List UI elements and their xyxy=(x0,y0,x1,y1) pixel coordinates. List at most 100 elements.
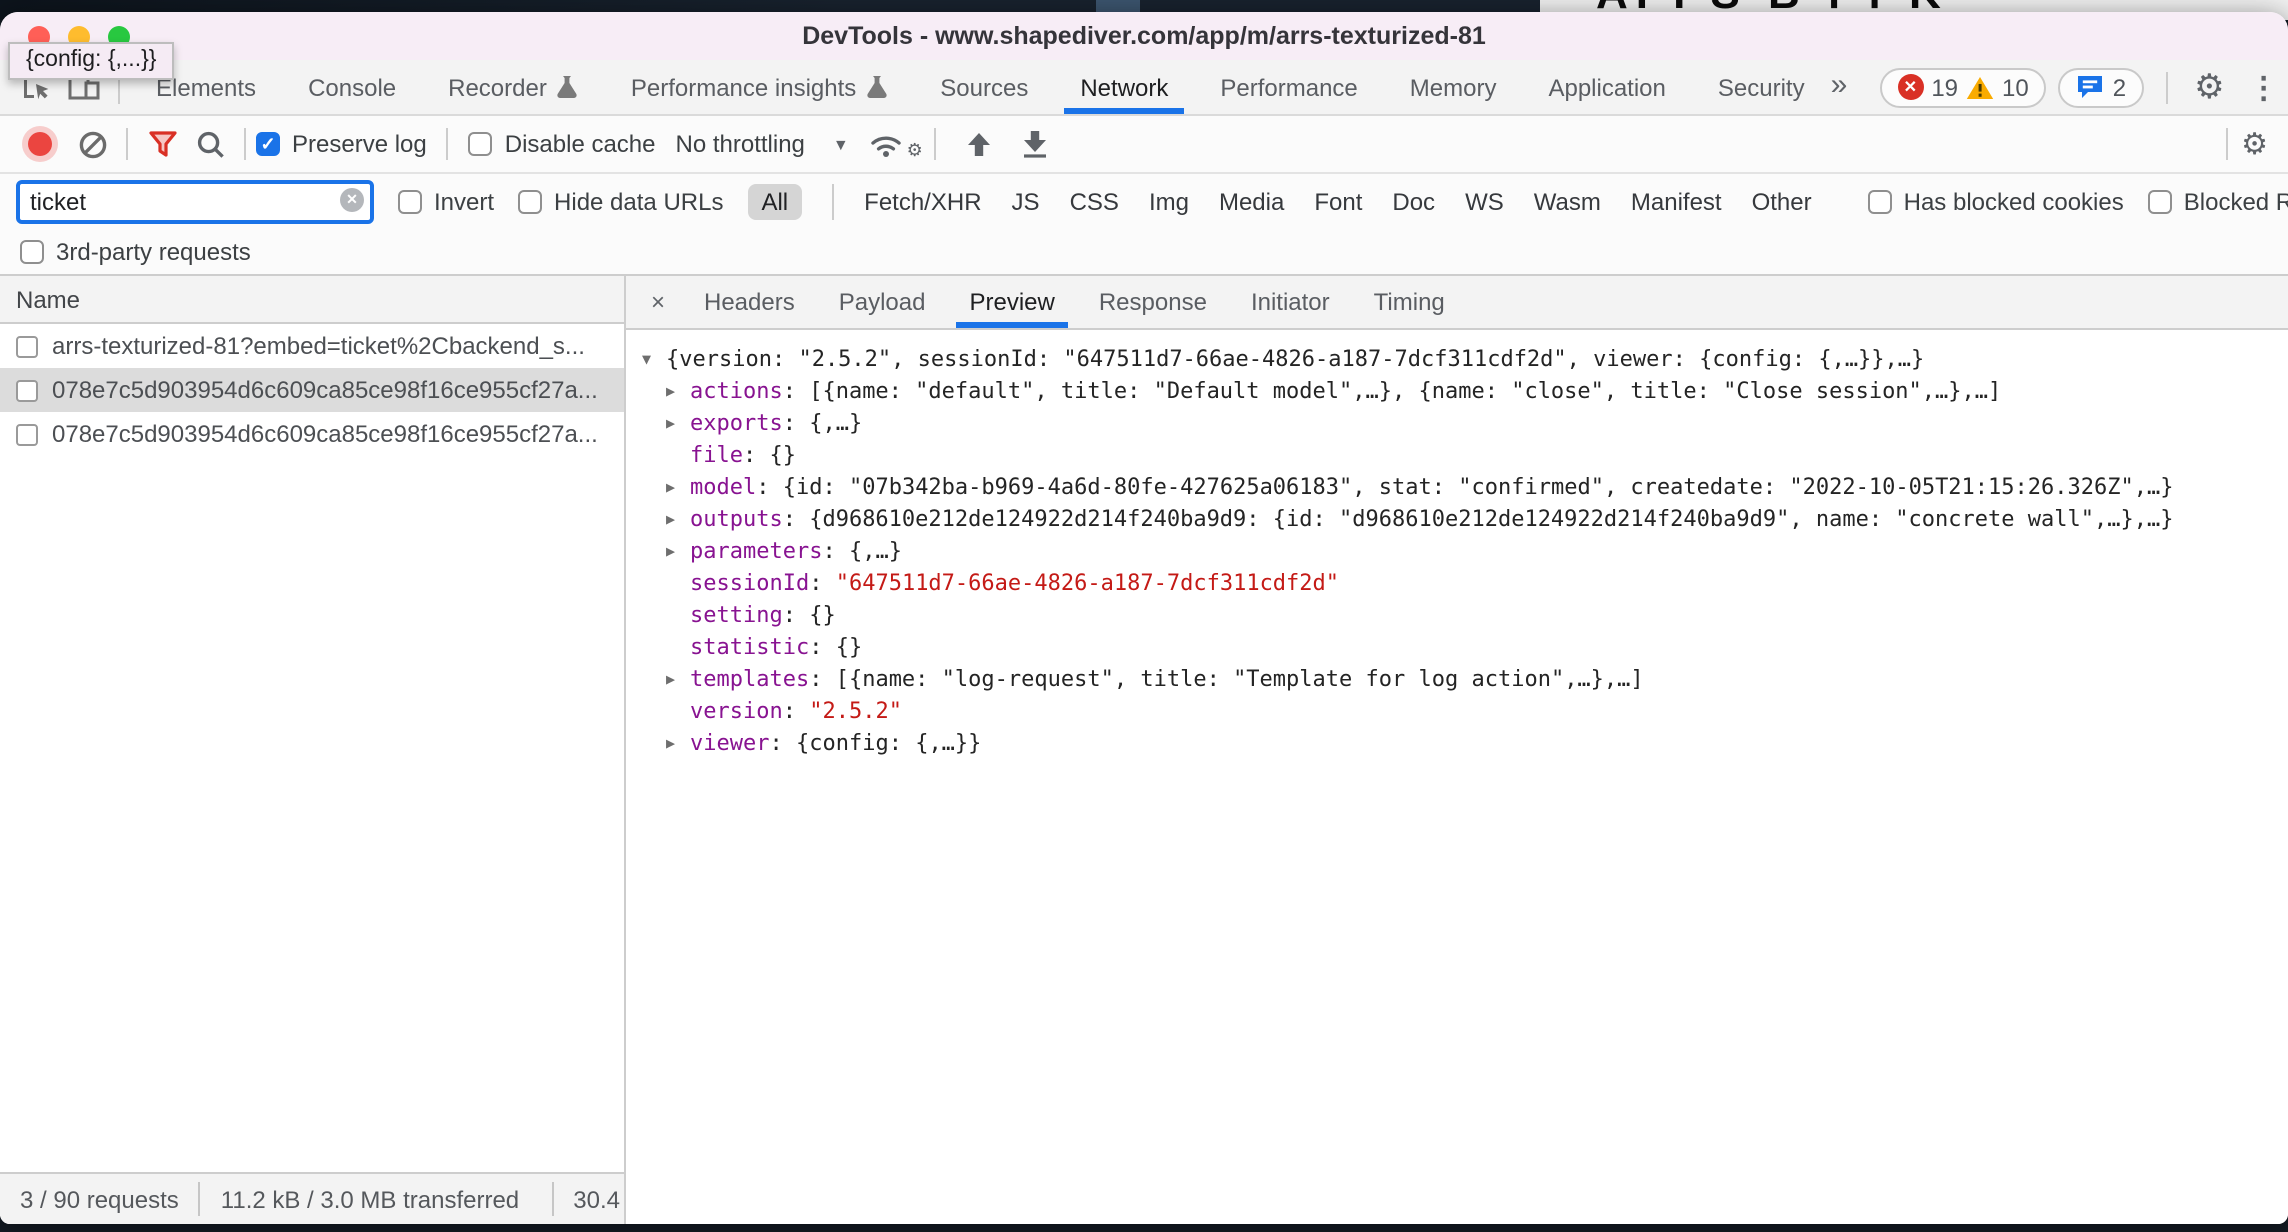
throttling-dropdown[interactable]: No throttling ▼ xyxy=(676,130,849,158)
divider xyxy=(2166,71,2168,103)
filter-input[interactable] xyxy=(16,180,374,224)
close-detail-icon[interactable]: × xyxy=(634,288,682,316)
tab-recorder[interactable]: Recorder xyxy=(422,60,605,114)
hide-data-urls-checkbox[interactable] xyxy=(518,190,542,214)
errors-warnings-badge[interactable]: ✕ 19 10 xyxy=(1879,67,2046,107)
detail-tab-response[interactable]: Response xyxy=(1077,276,1229,328)
preview-text: model xyxy=(690,473,756,499)
warning-icon xyxy=(1966,75,1994,99)
blocked-requests-label: Blocked Requests xyxy=(2184,188,2288,216)
preview-text: : {,…} xyxy=(783,409,863,435)
network-conditions-icon[interactable]: ⚙ xyxy=(861,130,917,158)
titlebar[interactable]: DevTools - www.shapediver.com/app/m/arrs… xyxy=(0,12,2288,60)
tab-label: Sources xyxy=(940,73,1028,101)
settings-gear-icon[interactable]: ⚙ xyxy=(2194,67,2225,107)
request-checkbox[interactable] xyxy=(16,423,38,445)
network-status-bar: 3 / 90 requests 11.2 kB / 3.0 MB transfe… xyxy=(0,1172,624,1224)
filter-type-font[interactable]: Font xyxy=(1314,188,1362,216)
detail-tab-timing[interactable]: Timing xyxy=(1352,276,1467,328)
issues-badge[interactable]: 2 xyxy=(2059,67,2144,107)
tab-performance-insights[interactable]: Performance insights xyxy=(605,60,914,114)
preserve-log-control: ✓ Preserve log xyxy=(256,130,427,158)
third-party-checkbox[interactable] xyxy=(20,240,44,264)
preview-text: sessionId xyxy=(690,569,809,595)
tab-security[interactable]: Security xyxy=(1692,60,1831,114)
preview-line: statistic: {} xyxy=(626,630,2288,662)
tab-performance[interactable]: Performance xyxy=(1194,60,1383,114)
detail-tab-headers[interactable]: Headers xyxy=(682,276,817,328)
detail-tab-initiator[interactable]: Initiator xyxy=(1229,276,1352,328)
search-icon[interactable] xyxy=(186,129,234,159)
tab-label: Performance insights xyxy=(631,73,856,101)
filter-type-manifest[interactable]: Manifest xyxy=(1631,188,1722,216)
tab-console[interactable]: Console xyxy=(282,60,422,114)
preview-line: ▶parameters: {,…} xyxy=(626,534,2288,566)
filter-type-ws[interactable]: WS xyxy=(1465,188,1504,216)
disclosure-triangle-icon[interactable]: ▼ xyxy=(642,349,666,367)
filter-funnel-icon[interactable] xyxy=(138,130,186,158)
has-blocked-cookies-checkbox[interactable] xyxy=(1868,190,1892,214)
preserve-log-checkbox[interactable]: ✓ xyxy=(256,132,280,156)
error-icon: ✕ xyxy=(1897,74,1923,100)
requests-panel: Name arrs-texturized-81?embed=ticket%2Cb… xyxy=(0,276,626,1224)
filter-type-all[interactable]: All xyxy=(747,184,802,220)
clear-network-log-icon[interactable] xyxy=(68,129,116,159)
disclosure-triangle-icon[interactable]: ▶ xyxy=(666,413,690,431)
tab-sources[interactable]: Sources xyxy=(914,60,1054,114)
tab-memory[interactable]: Memory xyxy=(1384,60,1523,114)
clear-filter-icon[interactable]: ✕ xyxy=(340,188,364,212)
preview-text: actions xyxy=(690,377,783,403)
request-name: arrs-texturized-81?embed=ticket%2Cbacken… xyxy=(52,332,585,360)
name-column-header[interactable]: Name xyxy=(0,276,624,324)
detail-tab-payload[interactable]: Payload xyxy=(817,276,948,328)
disclosure-triangle-icon[interactable]: ▶ xyxy=(666,733,690,751)
disable-cache-checkbox[interactable] xyxy=(469,132,493,156)
preview-text: : xyxy=(809,569,836,595)
preview-text: : {id: "07b342ba-b969-4a6d-80fe-427625a0… xyxy=(756,473,2173,499)
mini-gear-icon: ⚙ xyxy=(907,140,923,162)
window-title: DevTools - www.shapediver.com/app/m/arrs… xyxy=(802,22,1486,50)
disclosure-triangle-icon[interactable]: ▶ xyxy=(666,381,690,399)
request-row[interactable]: 078e7c5d903954d6c609ca85ce98f16ce955cf27… xyxy=(0,412,624,456)
disclosure-triangle-icon[interactable]: ▶ xyxy=(666,541,690,559)
import-har-icon[interactable] xyxy=(955,131,1003,157)
third-party-row: 3rd-party requests xyxy=(0,230,2288,276)
request-checkbox[interactable] xyxy=(16,379,38,401)
filter-type-fetch-xhr[interactable]: Fetch/XHR xyxy=(864,188,981,216)
filter-type-doc[interactable]: Doc xyxy=(1392,188,1435,216)
more-tabs-button[interactable]: » xyxy=(1831,68,1848,102)
requests-count: 3 / 90 requests xyxy=(20,1185,179,1213)
error-count: 19 xyxy=(1931,73,1958,101)
filter-type-wasm[interactable]: Wasm xyxy=(1534,188,1601,216)
filter-type-img[interactable]: Img xyxy=(1149,188,1189,216)
request-checkbox[interactable] xyxy=(16,335,38,357)
filter-type-js[interactable]: JS xyxy=(1012,188,1040,216)
main-tabs: ElementsConsoleRecorderPerformance insig… xyxy=(130,60,1831,114)
more-options-icon[interactable]: ⋮ xyxy=(2249,69,2279,105)
network-filter-bar: ✕ Invert Hide data URLs AllFetch/XHRJSCS… xyxy=(0,174,2288,230)
disclosure-triangle-icon[interactable]: ▶ xyxy=(666,477,690,495)
record-network-log-button[interactable] xyxy=(28,132,52,156)
preview-text: "2.5.2" xyxy=(809,697,902,723)
disclosure-triangle-icon[interactable]: ▶ xyxy=(666,509,690,527)
network-settings-gear-icon[interactable]: ⚙ xyxy=(2241,126,2268,162)
tooltip-text: {config: {,...}} xyxy=(26,48,156,72)
warning-count: 10 xyxy=(2002,73,2029,101)
export-har-icon[interactable] xyxy=(1011,130,1059,158)
network-toolbar: ✓ Preserve log Disable cache No throttli… xyxy=(0,116,2288,174)
disclosure-triangle-icon[interactable]: ▶ xyxy=(666,669,690,687)
filter-type-css[interactable]: CSS xyxy=(1070,188,1119,216)
filter-type-media[interactable]: Media xyxy=(1219,188,1284,216)
tab-application[interactable]: Application xyxy=(1522,60,1691,114)
invert-checkbox[interactable] xyxy=(398,190,422,214)
request-row[interactable]: 078e7c5d903954d6c609ca85ce98f16ce955cf27… xyxy=(0,368,624,412)
blocked-requests-checkbox[interactable] xyxy=(2148,190,2172,214)
request-list: arrs-texturized-81?embed=ticket%2Cbacken… xyxy=(0,324,624,456)
throttling-value: No throttling xyxy=(676,130,805,158)
filter-type-other[interactable]: Other xyxy=(1752,188,1812,216)
request-row[interactable]: arrs-texturized-81?embed=ticket%2Cbacken… xyxy=(0,324,624,368)
preview-text: {version: "2.5.2", sessionId: "647511d7-… xyxy=(666,345,1924,371)
detail-tab-preview[interactable]: Preview xyxy=(947,276,1076,328)
tab-network[interactable]: Network xyxy=(1054,60,1194,114)
preview-text: outputs xyxy=(690,505,783,531)
